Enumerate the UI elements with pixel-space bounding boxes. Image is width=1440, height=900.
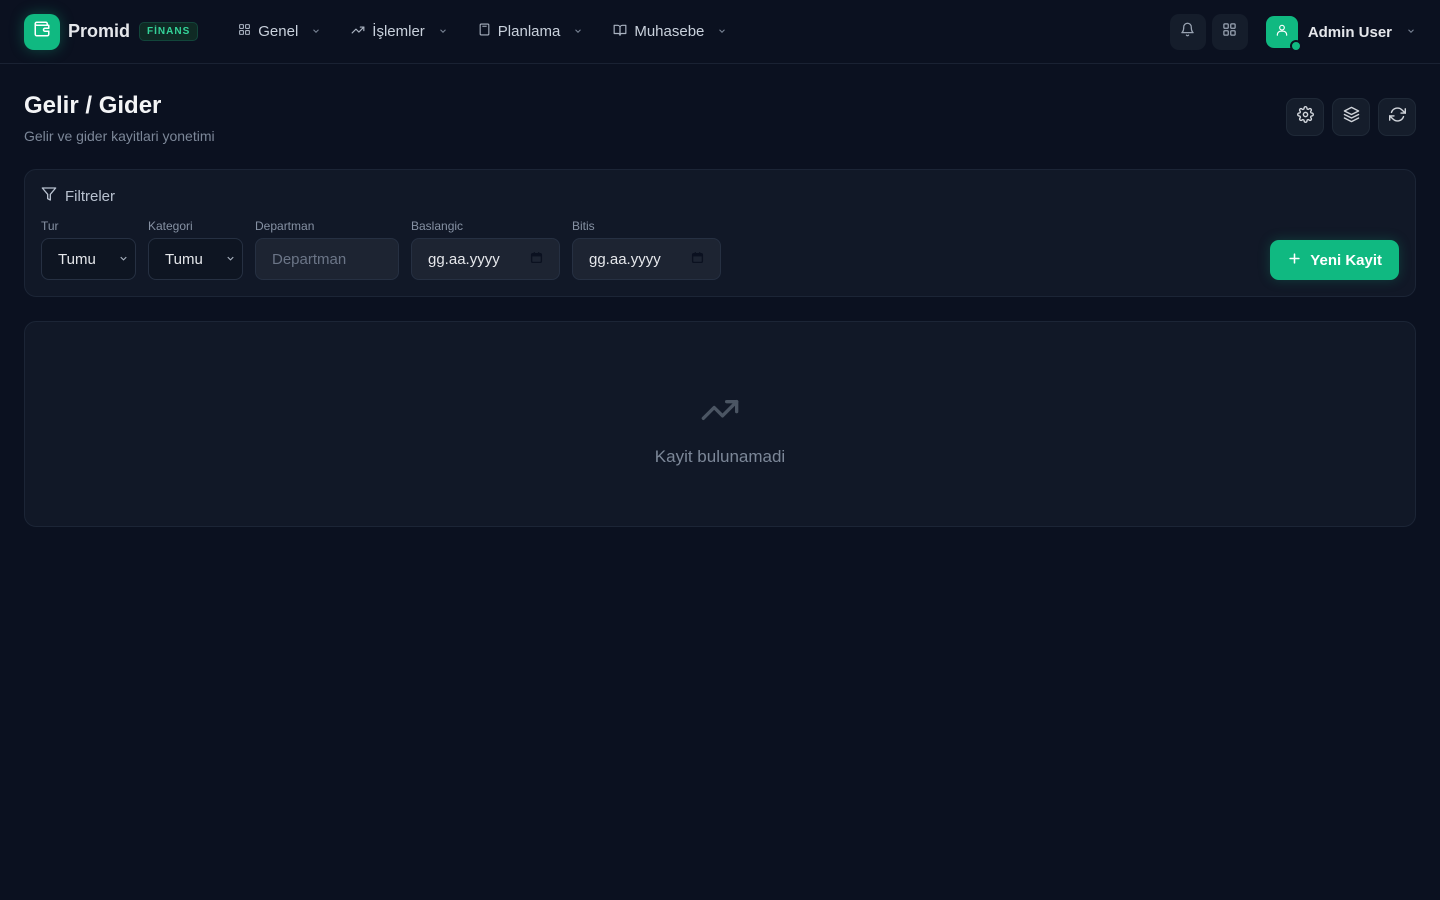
book-open-icon <box>613 23 627 41</box>
apps-grid-icon <box>1222 22 1237 42</box>
user-name: Admin User <box>1307 23 1392 41</box>
bitis-date-input[interactable]: gg.aa.yyyy <box>572 238 721 280</box>
chevron-down-icon <box>225 251 236 268</box>
baslangic-field: Baslangic gg.aa.yyyy <box>411 219 560 280</box>
kategori-value: Tumu <box>165 250 203 268</box>
bitis-field: Bitis gg.aa.yyyy <box>572 219 721 280</box>
page-actions <box>1286 98 1416 136</box>
tur-select[interactable]: Tumu <box>41 238 136 280</box>
kategori-label: Kategori <box>148 219 193 233</box>
top-navbar: Promid FİNANS Genel İşlemler Planlama Mu… <box>0 0 1440 64</box>
filters-panel: Filtreler Tur Tumu Kategori Tumu Departm… <box>24 169 1416 297</box>
layers-button[interactable] <box>1332 98 1370 136</box>
new-record-button[interactable]: Yeni Kayit <box>1270 240 1399 280</box>
tur-value: Tumu <box>58 250 96 268</box>
refresh-button[interactable] <box>1378 98 1416 136</box>
brand-badge: FİNANS <box>139 22 199 41</box>
nav-label: İşlemler <box>372 23 425 40</box>
chevron-down-icon <box>438 23 448 40</box>
user-menu[interactable]: Admin User <box>1265 16 1416 52</box>
page-title: Gelir / Gider <box>24 92 162 119</box>
bell-icon <box>1180 22 1195 42</box>
grid-icon <box>238 23 251 40</box>
filter-row: Tur Tumu Kategori Tumu Departman Departm… <box>41 219 1399 280</box>
filters-header: Filtreler <box>41 186 1399 206</box>
trending-up-icon <box>700 390 740 435</box>
filter-icon <box>41 186 57 206</box>
settings-button[interactable] <box>1286 98 1324 136</box>
chevron-down-icon <box>573 23 583 40</box>
kategori-field: Kategori Tumu <box>148 219 243 280</box>
user-icon <box>1275 23 1289 42</box>
trending-up-icon <box>351 23 365 41</box>
chevron-down-icon <box>1406 23 1416 41</box>
brand-logo[interactable] <box>24 13 60 50</box>
nav-label: Planlama <box>497 23 561 40</box>
records-empty-state: Kayit bulunamadi <box>24 321 1416 527</box>
bitis-value: gg.aa.yyyy <box>589 250 661 268</box>
departman-label: Departman <box>255 219 315 233</box>
departman-placeholder: Departman <box>272 250 347 268</box>
chevron-down-icon <box>311 23 321 40</box>
departman-input[interactable]: Departman <box>255 238 399 280</box>
filters-title: Filtreler <box>65 187 116 205</box>
empty-message: Kayit bulunamadi <box>654 447 786 466</box>
nav-label: Muhasebe <box>634 23 705 40</box>
departman-field: Departman Departman <box>255 219 399 280</box>
kategori-select[interactable]: Tumu <box>148 238 243 280</box>
new-record-label: Yeni Kayit <box>1310 251 1382 269</box>
brand-name[interactable]: Promid <box>68 21 130 42</box>
online-status-dot <box>1289 40 1302 52</box>
notifications-button[interactable] <box>1169 14 1206 50</box>
avatar <box>1265 16 1302 52</box>
baslangic-date-input[interactable]: gg.aa.yyyy <box>411 238 560 280</box>
nav-label: Genel <box>258 23 299 40</box>
layers-icon <box>1343 106 1360 128</box>
nav-item-islemler[interactable]: İşlemler <box>349 17 450 47</box>
refresh-icon <box>1388 106 1406 128</box>
calendar-icon[interactable] <box>530 251 543 268</box>
nav-item-planlama[interactable]: Planlama <box>476 17 586 46</box>
main-nav: Genel İşlemler Planlama Muhasebe <box>236 17 755 47</box>
bitis-label: Bitis <box>572 219 595 233</box>
page-header: Gelir / Gider Gelir ve gider kayitlari y… <box>0 64 1440 169</box>
wallet-icon <box>33 20 51 43</box>
apps-button[interactable] <box>1211 14 1248 50</box>
chevron-down-icon <box>717 23 727 40</box>
calendar-icon[interactable] <box>691 251 704 268</box>
plus-icon <box>1287 251 1302 270</box>
top-right-actions: Admin User <box>1164 14 1416 52</box>
baslangic-label: Baslangic <box>411 219 464 233</box>
baslangic-value: gg.aa.yyyy <box>428 250 500 268</box>
nav-item-genel[interactable]: Genel <box>236 17 323 46</box>
page-subtitle: Gelir ve gider kayitlari yonetimi <box>24 128 215 144</box>
calculator-icon <box>478 23 491 40</box>
tur-field: Tur Tumu <box>41 219 136 280</box>
tur-label: Tur <box>41 219 59 233</box>
chevron-down-icon <box>118 251 129 268</box>
gear-icon <box>1296 106 1314 128</box>
nav-item-muhasebe[interactable]: Muhasebe <box>611 17 729 47</box>
